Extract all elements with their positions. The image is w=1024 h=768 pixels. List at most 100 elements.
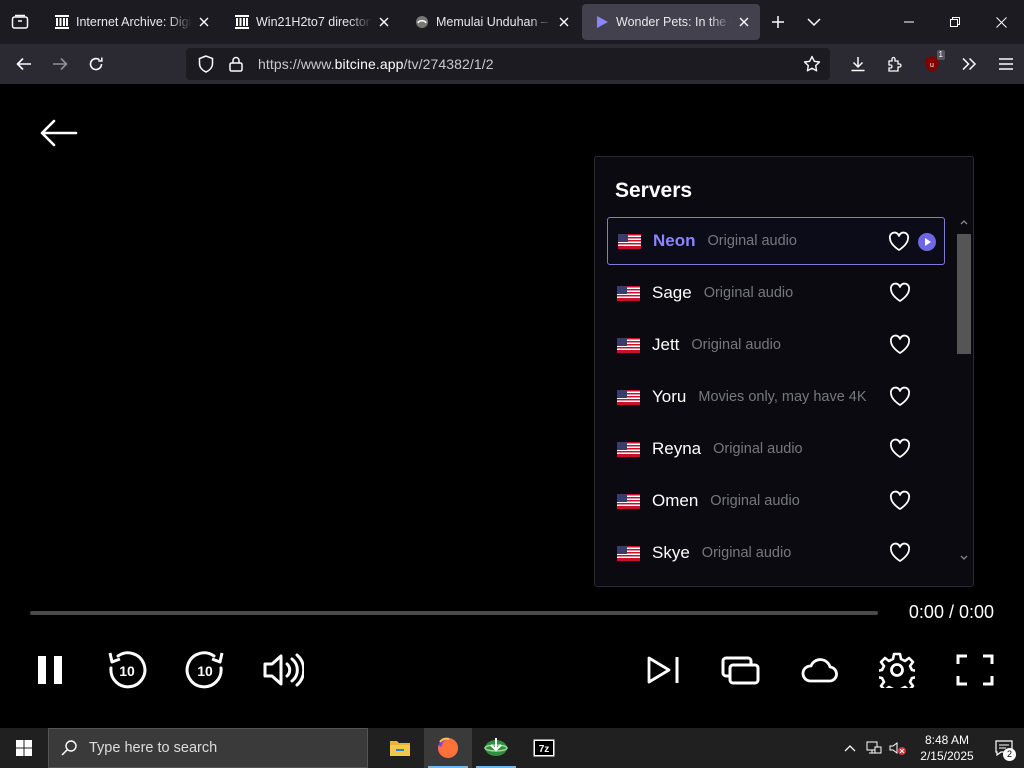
windows-taskbar: Type here to search 7z 8:48 AM 2/15/2025… [0, 728, 1024, 768]
heart-icon[interactable] [888, 231, 910, 253]
plus-icon [772, 16, 784, 28]
play-logo-icon [594, 14, 610, 30]
cloud-icon [801, 658, 838, 683]
downloads-button[interactable] [839, 48, 876, 80]
pause-button[interactable] [28, 648, 72, 692]
taskbar-search[interactable]: Type here to search [48, 728, 368, 768]
window-controls [886, 0, 1024, 44]
server-description: Movies only, may have 4K [698, 389, 867, 405]
server-item-jett[interactable]: Jett Original audio [607, 321, 945, 369]
tab-wonder-pets[interactable]: Wonder Pets: In the City [582, 4, 760, 40]
us-flag-icon [617, 389, 640, 405]
server-list: Neon Original audio Sage Original audio … [607, 217, 945, 581]
list-all-tabs-button[interactable] [796, 4, 832, 40]
lock-icon[interactable] [224, 52, 248, 76]
gear-icon [879, 652, 915, 688]
next-episode-button[interactable] [641, 648, 685, 692]
7zip-app[interactable]: 7z [520, 728, 568, 768]
new-tab-button[interactable] [760, 4, 796, 40]
server-item-yoru[interactable]: Yoru Movies only, may have 4K [607, 373, 945, 421]
forward-seconds-label: 10 [197, 663, 213, 679]
network-button[interactable] [862, 728, 886, 768]
server-description: Original audio [713, 441, 803, 457]
close-icon[interactable] [736, 14, 752, 30]
close-icon [995, 16, 1007, 28]
back-arrow-icon[interactable] [38, 118, 80, 148]
scrollbar-thumb[interactable] [957, 234, 971, 354]
us-flag-icon [617, 285, 640, 301]
heart-icon[interactable] [889, 438, 911, 460]
7zip-icon: 7z [533, 739, 555, 757]
close-window-button[interactable] [978, 0, 1024, 44]
show-hidden-icons-button[interactable] [838, 728, 862, 768]
toolbar-right: u1 [839, 48, 1024, 80]
seek-bar[interactable] [30, 611, 878, 615]
chevron-down-icon [807, 18, 821, 27]
servers-button[interactable] [797, 648, 841, 692]
forward-10-button[interactable]: 10 [183, 648, 227, 692]
forward-button[interactable] [42, 48, 78, 80]
volume-tray-button[interactable] [886, 728, 910, 768]
server-item-neon[interactable]: Neon Original audio [607, 217, 945, 265]
firefox-icon [438, 737, 459, 758]
episodes-button[interactable] [719, 648, 763, 692]
svg-text:7z: 7z [539, 744, 550, 755]
tab-win21h2to7[interactable]: Win21H2to7 directory listing [222, 4, 400, 40]
more-tools-button[interactable] [950, 48, 987, 80]
forward-10-icon: 10 [185, 651, 224, 689]
server-description: Original audio [703, 285, 794, 301]
volume-button[interactable] [261, 648, 305, 692]
taskbar-clock[interactable]: 8:48 AM 2/15/2025 [910, 732, 984, 764]
restore-button[interactable] [932, 0, 978, 44]
archive-icon [54, 14, 70, 30]
tab-list-button[interactable] [0, 0, 40, 44]
heart-icon[interactable] [889, 490, 911, 512]
tab-title: Internet Archive: Digital Library [76, 15, 192, 29]
minimize-icon [904, 21, 914, 23]
double-chevron-right-icon [961, 57, 976, 71]
video-player[interactable]: Servers Neon Original audio Sage Origina… [0, 84, 1024, 728]
server-item-reyna[interactable]: Reyna Original audio [607, 425, 945, 473]
back-button[interactable] [6, 48, 42, 80]
scroll-up-icon[interactable] [960, 219, 968, 225]
server-description: Original audio [701, 545, 792, 561]
heart-icon[interactable] [889, 386, 911, 408]
tab-strip: Internet Archive: Digital Library Win21H… [40, 0, 760, 44]
server-item-sage[interactable]: Sage Original audio [607, 269, 945, 317]
internet-download-manager-app[interactable] [472, 728, 520, 768]
address-bar[interactable]: https://www.bitcine.app/tv/274382/1/2 [186, 48, 830, 80]
close-icon[interactable] [196, 14, 212, 30]
search-placeholder: Type here to search [89, 740, 218, 756]
tab-internet-archive[interactable]: Internet Archive: Digital Library [42, 4, 220, 40]
scroll-down-icon[interactable] [960, 555, 968, 561]
server-item-skye[interactable]: Skye Original audio [607, 529, 945, 577]
us-flag-icon [617, 493, 640, 509]
close-icon[interactable] [376, 14, 392, 30]
app-menu-button[interactable] [987, 48, 1024, 80]
shield-icon[interactable] [194, 52, 218, 76]
clock-date: 2/15/2025 [920, 749, 974, 763]
download-manager-icon [484, 738, 508, 756]
start-button[interactable] [0, 728, 48, 768]
ublock-origin-button[interactable]: u1 [913, 48, 950, 80]
archive-icon [234, 14, 250, 30]
minimize-button[interactable] [886, 0, 932, 44]
close-icon[interactable] [556, 14, 572, 30]
fullscreen-button[interactable] [953, 648, 997, 692]
server-item-omen[interactable]: Omen Original audio [607, 477, 945, 525]
tab-memulai-unduhan[interactable]: Memulai Unduhan – Butuh [402, 4, 580, 40]
tab-list-icon [11, 14, 29, 29]
heart-icon[interactable] [889, 542, 911, 564]
rewind-10-button[interactable]: 10 [105, 648, 149, 692]
heart-icon[interactable] [889, 334, 911, 356]
fullscreen-icon [956, 654, 994, 686]
server-list-scrollbar[interactable] [955, 217, 973, 569]
extensions-button[interactable] [876, 48, 913, 80]
settings-button[interactable] [875, 648, 919, 692]
file-explorer-app[interactable] [376, 728, 424, 768]
heart-icon[interactable] [889, 282, 911, 304]
notification-center-button[interactable]: 2 [984, 728, 1024, 768]
bookmark-star-icon[interactable] [800, 52, 824, 76]
reload-button[interactable] [78, 48, 114, 80]
firefox-app[interactable] [424, 728, 472, 768]
